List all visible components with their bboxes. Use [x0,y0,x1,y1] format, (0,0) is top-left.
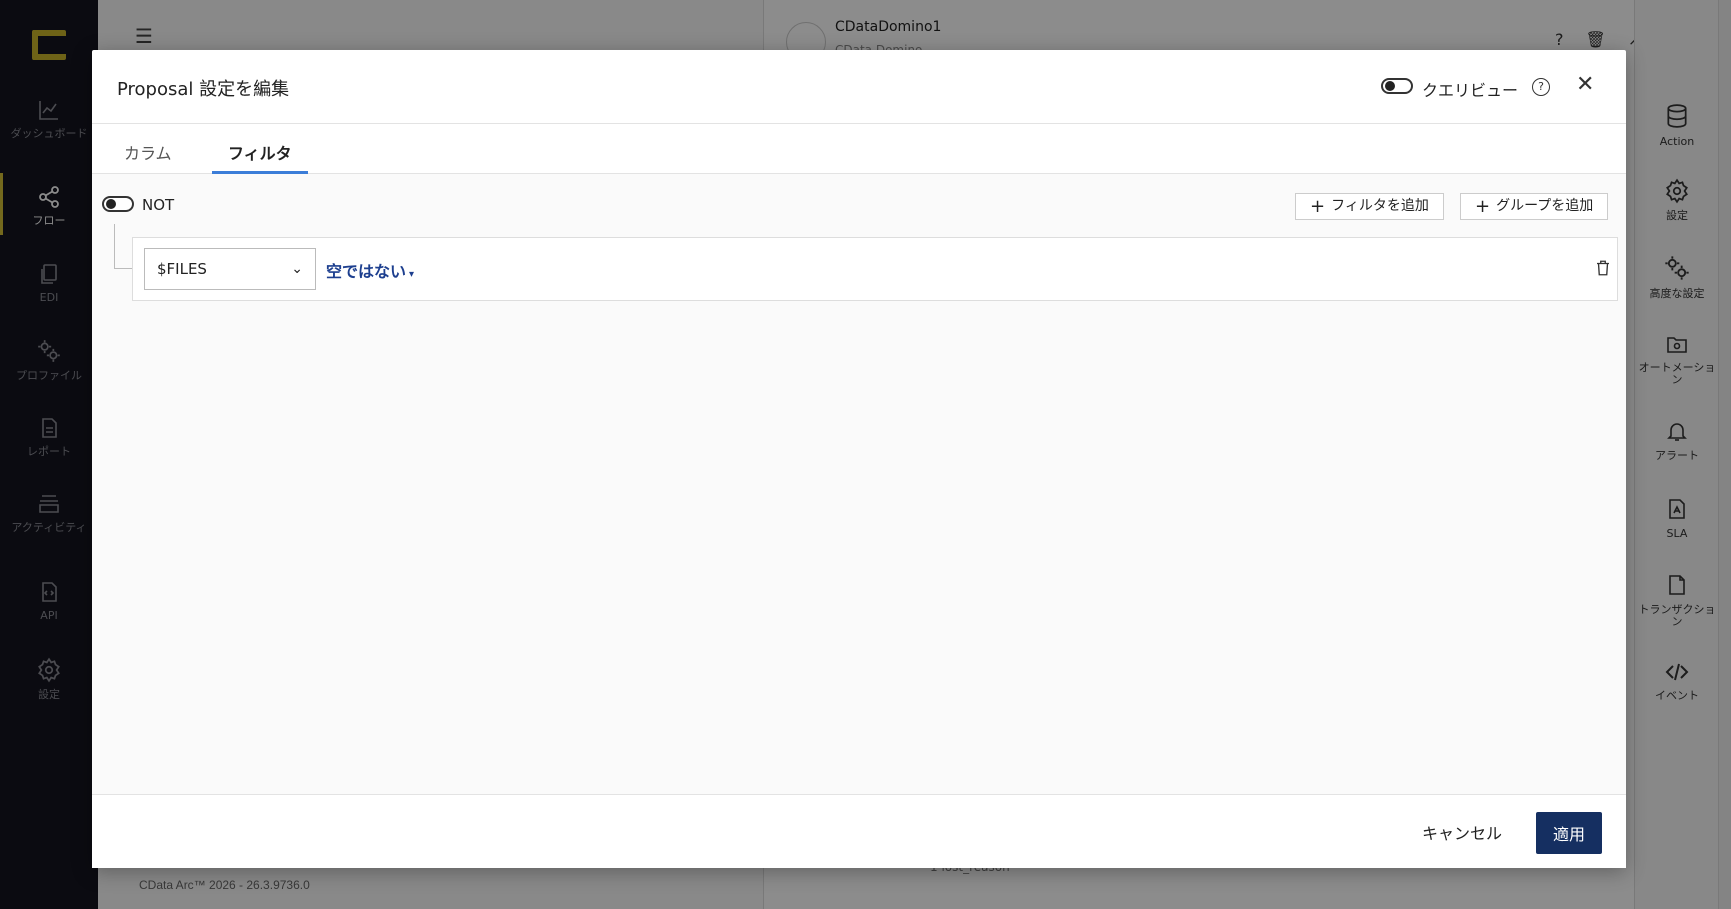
plus-icon: + [1310,195,1326,217]
tab-columns[interactable]: カラム [124,140,172,164]
operator-label: 空ではない [326,262,407,281]
plus-icon: + [1475,195,1491,217]
add-group-label: グループを追加 [1496,198,1594,214]
help-icon[interactable]: ? [1532,78,1550,96]
chevron-down-icon: ⌄ [291,261,303,277]
add-filter-label: フィルタを追加 [1331,198,1429,214]
close-icon[interactable]: ✕ [1576,72,1594,97]
caret-down-icon: ▾ [409,269,415,280]
filter-editor: NOT + フィルタを追加 + グループを追加 $FILES ⌄ 空ではない ▾ [92,174,1626,794]
add-group-button[interactable]: + グループを追加 [1460,193,1609,220]
modal-tabs: カラム フィルタ [92,124,1626,174]
add-filter-button[interactable]: + フィルタを追加 [1295,193,1444,220]
tree-connector [114,224,132,269]
field-select-value: $FILES [157,260,207,278]
trash-icon [1597,260,1609,276]
filter-row: $FILES ⌄ 空ではない ▾ [132,237,1618,301]
apply-button[interactable]: 適用 [1536,812,1602,854]
modal-footer: キャンセル 適用 [92,794,1626,868]
operator-dropdown[interactable]: 空ではない ▾ [326,258,414,282]
tab-filter[interactable]: フィルタ [228,140,292,164]
delete-filter-button[interactable] [1594,258,1612,282]
query-view-toggle[interactable] [1381,78,1413,94]
edit-settings-modal: Proposal 設定を編集 クエリビュー ? ✕ カラム フィルタ NOT +… [92,50,1626,868]
modal-title: Proposal 設定を編集 [117,79,290,100]
not-toggle[interactable] [102,196,134,212]
query-view-label: クエリビュー [1422,81,1519,100]
cancel-button[interactable]: キャンセル [1422,820,1502,844]
field-select[interactable]: $FILES ⌄ [144,248,316,290]
modal-header: Proposal 設定を編集 クエリビュー ? ✕ [92,50,1626,124]
not-label: NOT [142,196,175,214]
